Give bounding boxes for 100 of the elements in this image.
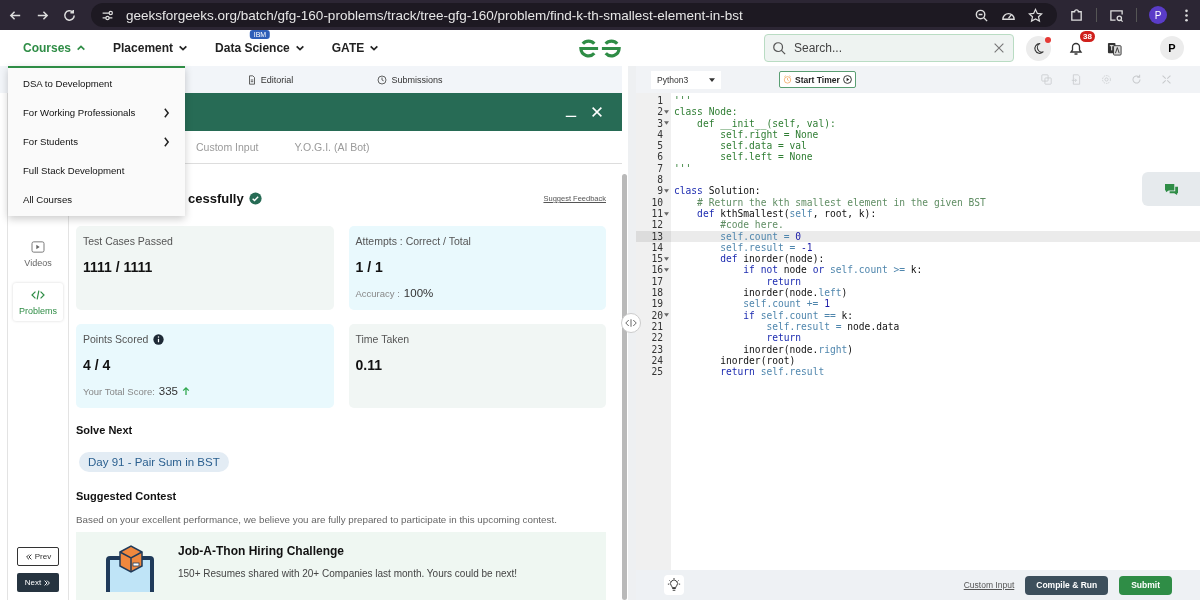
line-number: 15 <box>651 253 663 265</box>
address-bar[interactable]: geeksforgeeks.org/batch/gfg-160-problems/track/tree-gfg-160/problem/find-k-th-smallest-element-in-bst <box>91 3 1057 27</box>
lightbulb-icon[interactable] <box>664 575 684 595</box>
stat-value: 0.11 <box>355 357 383 373</box>
chat-button[interactable] <box>1142 172 1200 206</box>
custom-input-link[interactable]: Custom Input <box>963 580 1015 590</box>
code-line: def kthSmallest(self, root, k): <box>696 207 877 220</box>
menu-item[interactable]: Full Stack Development <box>8 156 185 185</box>
line-number: 25 <box>651 366 663 378</box>
menu-item[interactable]: For Working Professionals <box>8 98 185 127</box>
menu-item[interactable]: DSA to Development <box>8 69 185 98</box>
line-number: 3 <box>657 117 663 129</box>
section-title: Suggested Contest <box>76 490 178 502</box>
code-line: return <box>765 332 802 344</box>
nav-menu-item[interactable]: Placement <box>108 37 194 59</box>
contest-tagline: 150+ Resumes shared with 20+ Companies last month. Yours could be next! <box>178 568 518 579</box>
fold-icon[interactable] <box>664 256 669 261</box>
next-problem-chip[interactable]: Day 91 - Pair Sum in BST <box>79 452 229 472</box>
close-icon[interactable] <box>590 105 604 119</box>
fold-icon[interactable] <box>664 121 669 126</box>
resize-handle[interactable] <box>621 313 641 333</box>
line-number: 17 <box>651 275 663 288</box>
stat-value: 1111 / 1111 <box>83 259 154 275</box>
search-icon <box>772 41 786 55</box>
fold-icon[interactable] <box>664 109 669 114</box>
bell-icon[interactable] <box>1068 40 1084 56</box>
line-number: 11 <box>651 207 663 220</box>
contest-card[interactable]: Job-A-Thon Hiring Challenge 150+ Resumes shared with 20+ Companies last month. Yours could be next! <box>76 532 606 600</box>
line-number: 21 <box>651 320 663 333</box>
reload-icon[interactable] <box>62 7 77 23</box>
fold-icon[interactable] <box>664 189 669 193</box>
line-number: 6 <box>657 151 663 163</box>
sidebar-item[interactable]: Problems <box>13 283 63 321</box>
info-icon[interactable] <box>153 333 165 345</box>
play-icon <box>31 240 45 253</box>
line-number: 4 <box>657 128 663 141</box>
stat-sub-value: 100% <box>403 287 434 299</box>
sidebar-item[interactable]: Videos <box>13 235 63 273</box>
code-icon <box>31 288 45 301</box>
line-number: 13 <box>651 230 663 242</box>
line-number: 14 <box>651 241 663 254</box>
caret-icon <box>369 43 380 53</box>
theme-toggle[interactable] <box>1026 35 1051 61</box>
stat-label: Points Scored <box>83 333 149 345</box>
code-line: self.count = 0 <box>719 230 802 242</box>
document-icon <box>246 74 257 85</box>
code-line: # Return the kth smallest element in the given BST <box>696 196 986 208</box>
code-line: class Solution: <box>673 185 761 197</box>
menu-item[interactable]: For Students <box>8 127 185 156</box>
notification-count: 38 <box>1080 31 1095 42</box>
caret-icon <box>178 43 189 53</box>
stat-label: Attempts : Correct / Total <box>355 235 471 247</box>
start-timer-button[interactable]: Start Timer <box>779 71 856 88</box>
line-number: 19 <box>651 298 663 310</box>
line-number: 5 <box>657 140 663 152</box>
language-select[interactable]: Python3 <box>651 70 721 89</box>
puzzle-icon[interactable] <box>1069 7 1084 23</box>
double-chevron-left-icon <box>24 552 33 561</box>
nav-menu-item[interactable]: Data Science <box>210 37 310 59</box>
caret-icon <box>294 43 305 53</box>
nav-menu-item[interactable]: GATE <box>326 37 385 59</box>
problem-tab[interactable]: Editorial <box>200 66 340 93</box>
site-settings-icon[interactable] <box>101 8 114 22</box>
code-line: self.count += 1 <box>742 298 830 310</box>
close-icon[interactable] <box>992 41 1006 55</box>
line-number: 12 <box>651 219 663 231</box>
line-number: 10 <box>651 196 663 208</box>
section-title: Solve Next <box>76 424 134 436</box>
result-heading: cessfully <box>188 191 244 206</box>
scrollbar[interactable] <box>622 174 627 600</box>
fold-icon[interactable] <box>664 268 669 273</box>
code-line: ''' <box>673 95 692 107</box>
line-number: 16 <box>651 264 663 276</box>
fold-icon[interactable] <box>664 313 669 318</box>
prev-button[interactable]: Prev <box>17 547 59 566</box>
search-field[interactable]: Search... <box>764 34 1014 62</box>
compile-run-button[interactable]: Compile & Run <box>1025 575 1109 595</box>
line-number: 18 <box>651 287 663 299</box>
dropdown-caret-icon <box>709 77 715 82</box>
translate-icon[interactable] <box>1107 40 1122 56</box>
code-line: def inorder(node): <box>719 253 825 265</box>
nav-menu-item[interactable]: Courses <box>18 37 92 59</box>
submit-button[interactable]: Submit <box>1119 575 1172 595</box>
star-icon[interactable] <box>1028 7 1043 23</box>
fold-icon[interactable] <box>664 211 669 216</box>
code-line: if not node or self.count >= k: <box>742 264 923 276</box>
menu-item[interactable]: All Courses <box>8 185 185 214</box>
cast-search-icon[interactable] <box>1109 7 1124 23</box>
problem-tab[interactable]: Submissions <box>340 66 480 93</box>
next-button[interactable]: Next <box>17 573 59 592</box>
stat-value: 1 / 1 <box>355 259 384 275</box>
zoom-out-icon[interactable] <box>974 7 989 23</box>
logo-icon[interactable] <box>578 38 622 59</box>
profile-avatar[interactable]: P <box>1149 6 1167 24</box>
code-line: def __init__(self, val): <box>696 117 836 129</box>
line-number: 8 <box>657 174 663 186</box>
line-number: 24 <box>651 354 663 367</box>
user-avatar[interactable]: P <box>1160 36 1184 60</box>
line-number: 1 <box>657 95 663 107</box>
caret-icon <box>76 43 87 53</box>
